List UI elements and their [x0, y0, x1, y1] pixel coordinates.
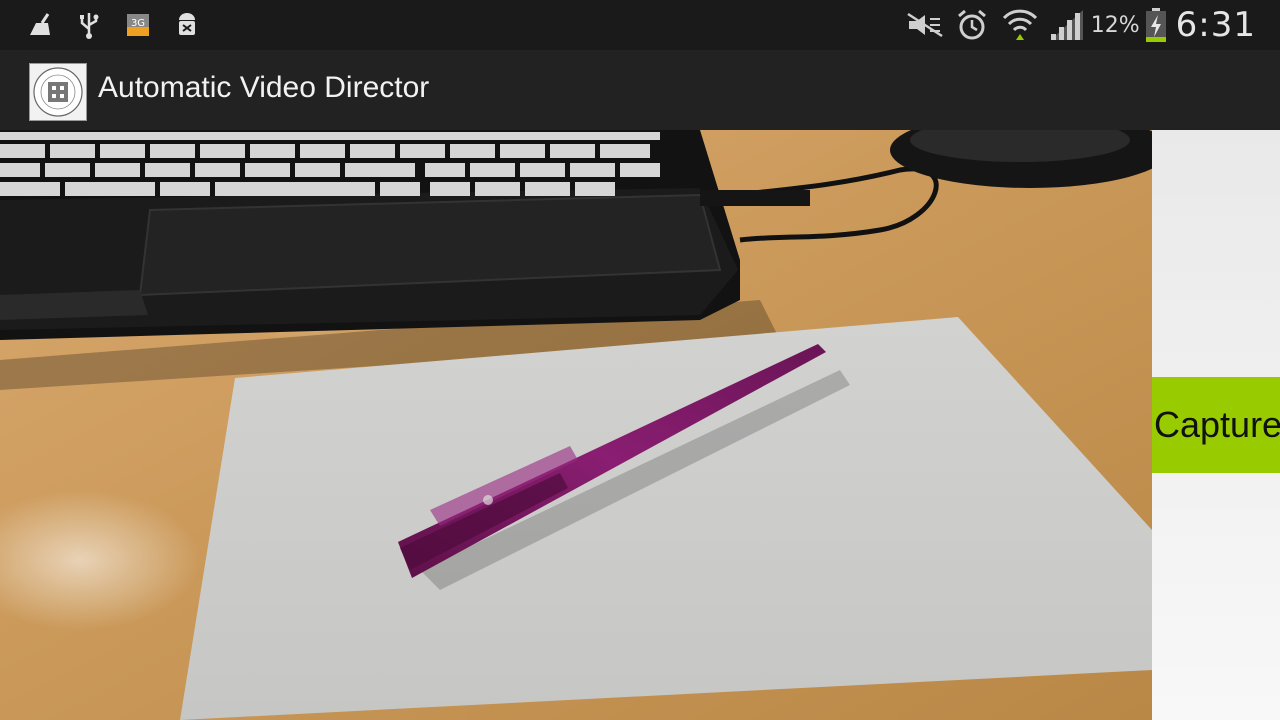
app-title: Automatic Video Director: [98, 71, 430, 104]
notification-icons: 3G: [26, 10, 201, 40]
capture-button[interactable]: Capture: [1152, 377, 1280, 473]
status-bar: 3G 12% 6:31: [0, 0, 1280, 50]
system-icons: 12% 6:31: [905, 4, 1256, 46]
battery-percentage: 12%: [1090, 12, 1140, 38]
app-icon[interactable]: [29, 63, 87, 121]
mute-icon: [907, 12, 943, 38]
action-bar: Automatic Video Director: [0, 50, 1280, 130]
3g-data-icon: 3G: [127, 14, 149, 36]
alarm-icon: [957, 9, 986, 40]
wifi-icon: [1002, 9, 1037, 40]
cleaner-icon: [30, 13, 50, 35]
university-logo-icon: [33, 67, 83, 117]
side-panel: Capture: [1152, 130, 1280, 720]
android-debug-icon: [179, 13, 195, 35]
camera-preview[interactable]: [0, 130, 1152, 720]
clock: 6:31: [1175, 5, 1256, 45]
camera-preview-image: [0, 130, 1152, 720]
svg-text:3G: 3G: [131, 18, 145, 29]
signal-icon: [1050, 10, 1083, 40]
battery-charging-icon: [1145, 8, 1166, 42]
usb-icon: [80, 13, 99, 39]
